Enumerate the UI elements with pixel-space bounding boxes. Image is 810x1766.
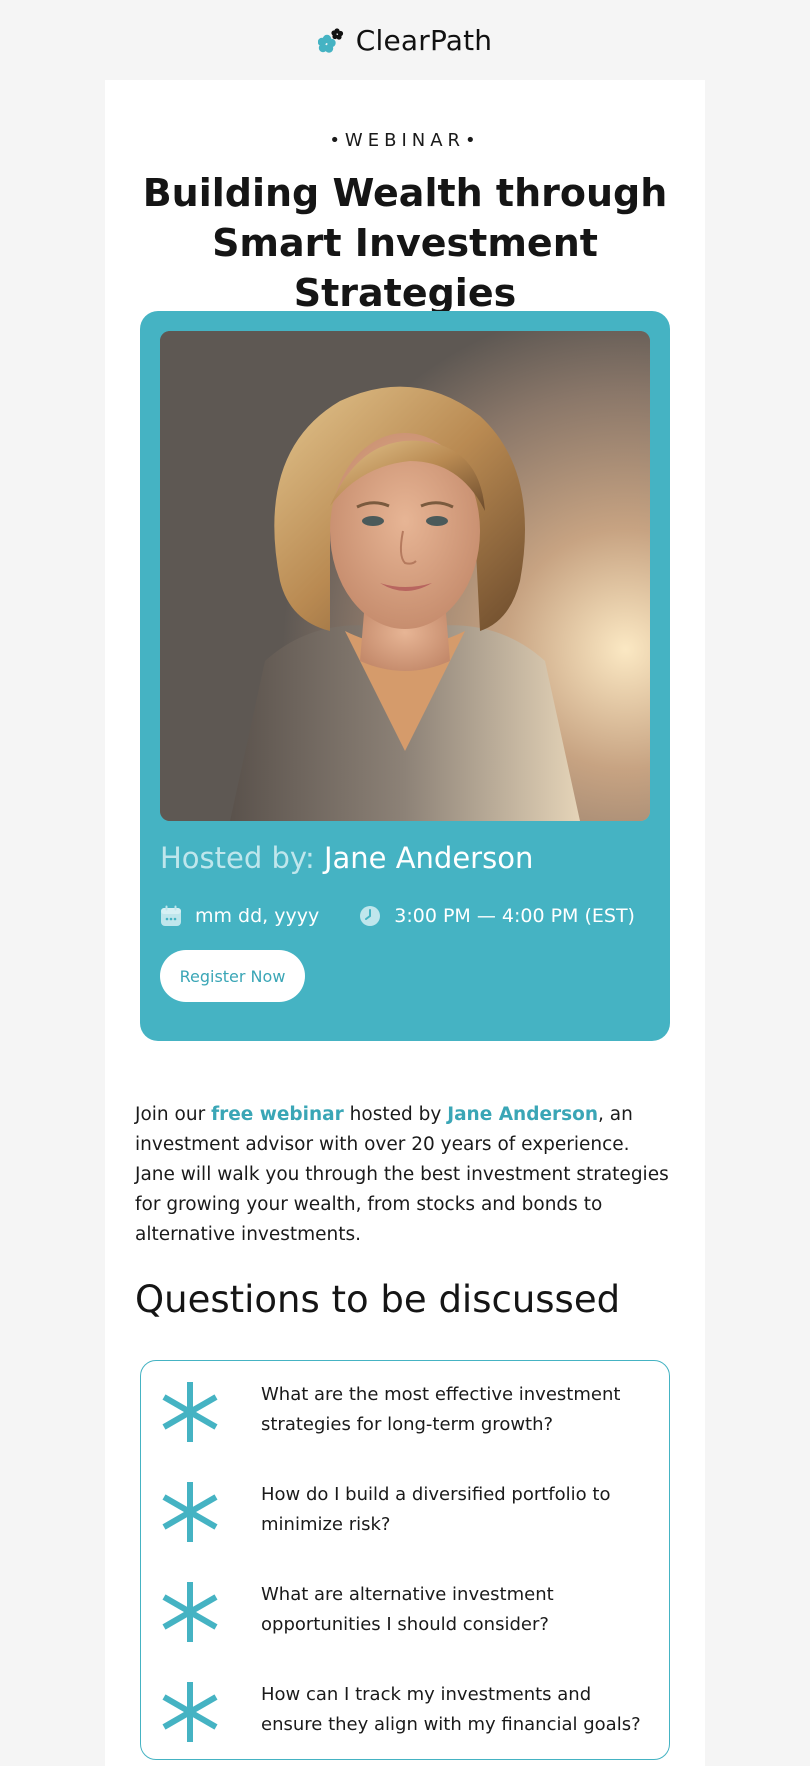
- webinar-eyebrow: •WEBINAR•: [329, 130, 481, 151]
- free-webinar-link[interactable]: free webinar: [211, 1104, 344, 1125]
- calendar-icon: [161, 905, 181, 926]
- event-date: mm dd, yyyy: [195, 905, 320, 927]
- asterisk-icon: [162, 1482, 218, 1542]
- question-item: How do I build a diversified portfolio t…: [161, 1473, 651, 1543]
- question-text: What are the most effective investment s…: [261, 1384, 621, 1435]
- intro-text-2: hosted by: [343, 1104, 448, 1125]
- intro-text-1: Join our: [135, 1104, 212, 1125]
- webinar-title: Building Wealth through Smart Investment…: [142, 171, 668, 315]
- host-name-link[interactable]: Jane Anderson: [447, 1104, 598, 1125]
- question-text: What are alternative investment opportun…: [261, 1584, 554, 1635]
- event-meta: mm dd, yyyy 3:00 PM — 4:00 PM (EST): [160, 905, 635, 927]
- question-text: How do I build a diversified portfolio t…: [261, 1484, 611, 1535]
- host-portrait: [160, 331, 650, 821]
- event-time: 3:00 PM — 4:00 PM (EST): [394, 905, 635, 927]
- asterisk-icon: [162, 1382, 218, 1442]
- intro-text-3: , an investment advisor with over 20 yea…: [135, 1104, 669, 1245]
- question-item: What are the most effective investment s…: [161, 1373, 651, 1443]
- question-item: What are alternative investment opportun…: [161, 1573, 651, 1643]
- question-item: How can I track my investments and ensur…: [161, 1673, 651, 1743]
- clock-icon: [360, 906, 381, 926]
- hosted-by-label: Hosted by:: [160, 841, 315, 875]
- question-text: How can I track my investments and ensur…: [261, 1684, 641, 1735]
- clearpath-logo-icon: [317, 28, 343, 53]
- intro-paragraph: Join our free webinar hosted by Jane And…: [135, 1100, 675, 1250]
- questions-title: Questions to be discussed: [135, 1278, 621, 1321]
- email-header: ClearPath: [0, 0, 810, 80]
- host-card: Hosted by: Jane Anderson mm dd, yyyy 3:0…: [140, 311, 670, 1041]
- webinar-card: •WEBINAR• Building Wealth through Smart …: [105, 80, 705, 1766]
- asterisk-icon: [162, 1682, 218, 1742]
- brand-name: ClearPath: [355, 23, 493, 57]
- register-now-button[interactable]: Register Now: [160, 950, 305, 1002]
- questions-list: What are the most effective investment s…: [140, 1360, 670, 1760]
- hosted-by: Hosted by: Jane Anderson: [160, 841, 533, 875]
- asterisk-icon: [162, 1582, 218, 1642]
- host-name: Jane Anderson: [323, 841, 534, 875]
